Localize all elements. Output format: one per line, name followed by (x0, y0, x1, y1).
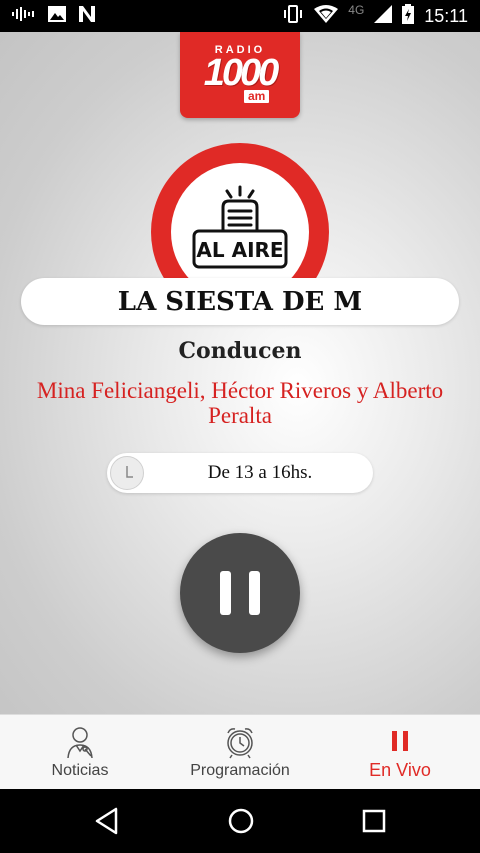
n-app-icon (78, 5, 96, 27)
logo-band: am (244, 90, 270, 103)
nav-noticias[interactable]: Noticias (0, 715, 160, 789)
reporter-icon (67, 727, 93, 759)
equalizer-icon (12, 6, 36, 27)
nav-en-vivo[interactable]: En Vivo (320, 715, 480, 789)
signal-icon (374, 4, 393, 28)
program-title-pill: LA SIESTA DE M (21, 278, 459, 325)
radio-logo: RADIO 1000 am (180, 32, 300, 118)
battery-charging-icon (402, 3, 415, 29)
pause-icon-bar (249, 571, 260, 615)
microphone-onair-icon: AL AIRE (192, 185, 288, 269)
pause-icon (392, 731, 408, 751)
network-type: 4G (348, 3, 365, 17)
player-screen: RADIO 1000 am AL AIRE LA SIESTA DE M Con… (0, 32, 480, 714)
hosts-heading: Conducen (178, 338, 302, 364)
schedule-time: De 13 a 16hs. (207, 462, 313, 483)
system-navigation-bar (0, 789, 480, 853)
status-bar: 4G 15:11 (0, 0, 480, 32)
recents-icon[interactable] (361, 806, 387, 836)
logo-number: 1000 (203, 52, 280, 94)
status-system: 4G 15:11 (282, 3, 468, 29)
clock-icon (110, 456, 144, 490)
nav-en-vivo-label: En Vivo (369, 760, 431, 780)
nav-programacion-label: Programación (190, 762, 290, 779)
status-notifications (12, 5, 96, 27)
back-icon[interactable] (94, 806, 120, 836)
wifi-icon (314, 4, 339, 28)
home-icon[interactable] (227, 806, 255, 836)
image-icon (48, 5, 66, 27)
hosts-names: Mina Feliciangeli, Héctor Riveros y Albe… (36, 378, 444, 428)
onair-label: AL AIRE (196, 238, 283, 262)
pause-icon (220, 571, 231, 615)
schedule-pill: De 13 a 16hs. (107, 453, 373, 493)
bottom-navigation: Noticias Programación En Vivo (0, 714, 480, 789)
clock-time: 15:11 (424, 5, 468, 26)
program-title: LA SIESTA DE M (117, 286, 363, 317)
alarm-clock-icon (227, 728, 253, 759)
pause-button[interactable] (180, 533, 300, 653)
vibrate-icon (282, 4, 304, 28)
nav-noticias-label: Noticias (51, 762, 109, 779)
nav-programacion[interactable]: Programación (160, 715, 320, 789)
